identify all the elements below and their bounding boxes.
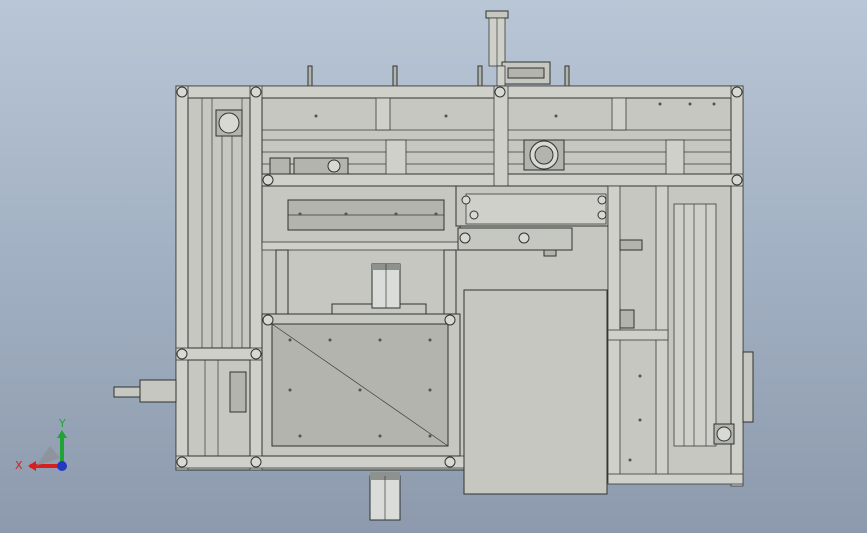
motor-bottom [369,472,401,521]
motor-top [371,263,401,309]
machine-drawing: X Y [15,10,754,521]
main-plate [261,303,461,457]
y-axis-label: Y [58,417,66,430]
top-cylinder [485,10,551,87]
z-axis-dot [57,461,67,471]
axis-triad: X Y [15,417,67,472]
upper-rails [261,85,732,187]
x-axis-label: X [15,459,23,472]
left-column [187,97,251,457]
cad-viewport[interactable]: X Y [0,0,867,533]
right-section [607,185,754,485]
control-box [463,289,608,495]
left-shaft [113,379,177,403]
